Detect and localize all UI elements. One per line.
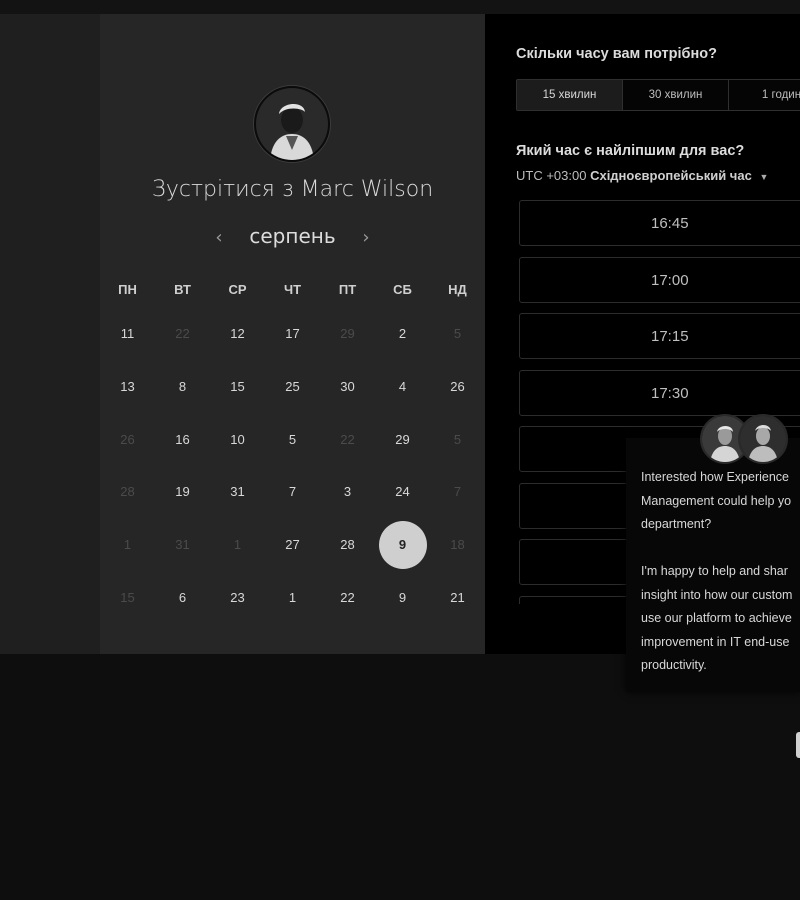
- calendar-day: 5: [453, 326, 462, 341]
- time-slot-button[interactable]: 17:30: [519, 369, 800, 416]
- calendar-day[interactable]: 8: [155, 361, 210, 414]
- chat-agent-avatars: [700, 414, 790, 464]
- calendar-day: 28: [120, 484, 135, 500]
- time-question: Який час є найліпшим для вас?: [516, 143, 745, 159]
- weekday-header: ПТ: [338, 282, 357, 297]
- month-label: серпень: [249, 224, 336, 248]
- weekday-header: ВТ: [174, 282, 191, 297]
- calendar-day: 7: [453, 484, 462, 500]
- calendar-day[interactable]: 28: [320, 519, 375, 572]
- calendar-day: 1: [123, 537, 132, 553]
- caret-down-icon: ▼: [759, 172, 769, 182]
- calendar-day[interactable]: 17: [265, 308, 320, 361]
- weekday-header: ПН: [118, 282, 137, 297]
- time-slot-button[interactable]: 17:00: [519, 256, 800, 303]
- calendar-day[interactable]: 7: [265, 466, 320, 519]
- prev-month-icon[interactable]: ‹: [209, 227, 229, 248]
- calendar-day[interactable]: 10: [210, 414, 265, 467]
- calendar-day[interactable]: 24: [375, 466, 430, 519]
- time-slot-button[interactable]: 16:45: [519, 200, 800, 246]
- calendar-grid: ПН ВТ СР ЧТ ПТ СБ НД 11 22 12 17 29 2 5 13 8 15 25 30 4 26 26…: [100, 272, 485, 625]
- calendar-day[interactable]: 15: [210, 361, 265, 414]
- duration-option[interactable]: 30 хвилин: [623, 80, 729, 110]
- calendar-day: 22: [175, 326, 190, 341]
- time-slot-button[interactable]: 17:15: [519, 313, 800, 359]
- scheduler-card: Зустрітися з Marc Wilson ‹ серпень › ПН В…: [100, 14, 486, 654]
- calendar-day[interactable]: 21: [430, 572, 485, 625]
- meeting-title: Зустрітися з Marc Wilson: [151, 177, 434, 202]
- calendar-day[interactable]: 6: [155, 572, 210, 625]
- timezone-selector[interactable]: UTC +03:00 Східноєвропейський час ▼: [516, 168, 768, 183]
- weekday-header: СБ: [393, 282, 412, 297]
- duration-option[interactable]: 1 годин: [729, 80, 800, 110]
- top-band: [0, 0, 800, 14]
- calendar-day[interactable]: 27: [265, 519, 320, 572]
- calendar-day[interactable]: 11: [100, 308, 155, 361]
- calendar-day[interactable]: 30: [320, 361, 375, 414]
- chat-message: Interested how Experience Management cou…: [641, 470, 793, 672]
- calendar-day: 18: [450, 537, 465, 553]
- calendar-day: 29: [340, 326, 355, 341]
- selected-day-label: 9: [378, 521, 427, 570]
- calendar-day[interactable]: 23: [210, 572, 265, 625]
- calendar-day[interactable]: 25: [265, 361, 320, 414]
- month-navigation: ‹ серпень ›: [100, 224, 485, 248]
- calendar-day: 15: [120, 589, 135, 605]
- chat-popup[interactable]: Interested how Experience Management cou…: [626, 438, 800, 692]
- calendar-day[interactable]: 22: [320, 572, 375, 625]
- calendar-day: 31: [175, 537, 190, 553]
- calendar-day[interactable]: 9: [375, 572, 430, 625]
- duration-option[interactable]: 15 хвилин: [517, 80, 623, 110]
- weekday-header: СР: [228, 282, 247, 297]
- next-month-icon[interactable]: ›: [356, 227, 376, 248]
- weekday-header: НД: [448, 282, 467, 297]
- agent-avatar: [738, 414, 788, 464]
- calendar-day[interactable]: 2: [375, 308, 430, 361]
- timezone-name: Східноєвропейський час: [590, 168, 752, 183]
- calendar-day: 1: [233, 537, 242, 553]
- calendar-day: 5: [453, 431, 462, 447]
- calendar-day[interactable]: 19: [155, 466, 210, 519]
- host-avatar: [254, 86, 330, 162]
- calendar-day[interactable]: 4: [375, 361, 430, 414]
- calendar-day[interactable]: 31: [210, 466, 265, 519]
- calendar-day[interactable]: 5: [265, 414, 320, 467]
- calendar-day[interactable]: 13: [100, 361, 155, 414]
- left-backdrop: [0, 14, 100, 654]
- calendar-day[interactable]: 26: [430, 361, 485, 414]
- calendar-day[interactable]: 3: [320, 466, 375, 519]
- calendar-day-selected[interactable]: 9: [375, 519, 430, 572]
- calendar-day[interactable]: 12: [210, 308, 265, 361]
- timezone-offset: UTC +03:00: [516, 168, 587, 183]
- duration-question: Скільки часу вам потрібно?: [516, 46, 717, 62]
- calendar-day[interactable]: 1: [265, 572, 320, 625]
- weekday-header: ЧТ: [283, 282, 302, 297]
- calendar-day: 26: [120, 431, 135, 447]
- chat-launcher-edge[interactable]: [796, 732, 800, 758]
- calendar-day[interactable]: 29: [375, 414, 430, 467]
- calendar-day: 22: [340, 431, 355, 447]
- person-photo-icon: [256, 88, 328, 160]
- person-photo-icon: [740, 416, 786, 462]
- calendar-day[interactable]: 16: [155, 414, 210, 467]
- duration-selector: 15 хвилин 30 хвилин 1 годин: [516, 79, 800, 111]
